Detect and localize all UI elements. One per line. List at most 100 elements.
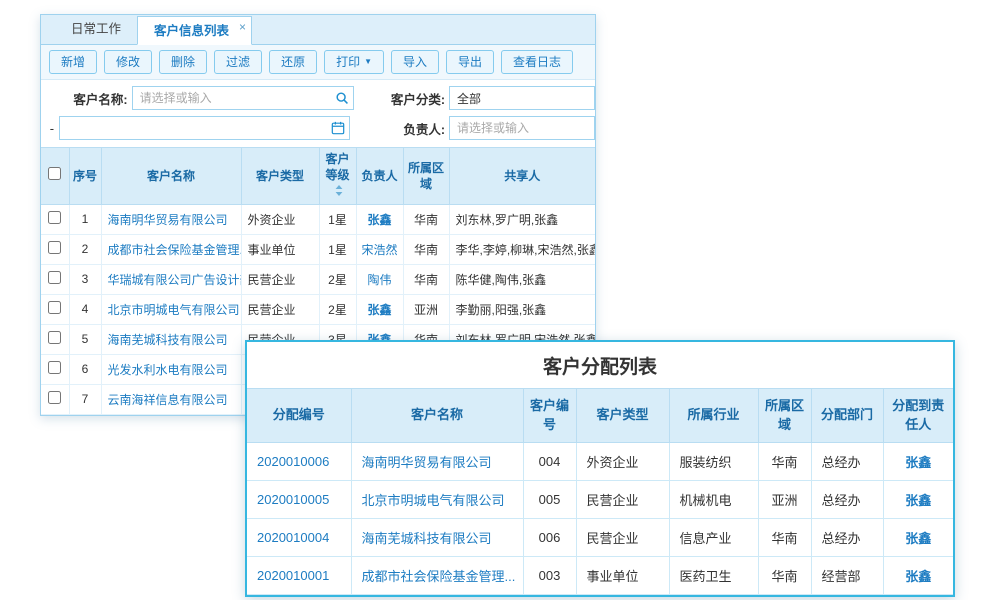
- table-row: 3 华瑞城有限公司广告设计部 民营企业 2星 陶伟 华南 陈华健,陶伟,张鑫: [41, 264, 595, 294]
- row-checkbox[interactable]: [48, 391, 61, 404]
- owner-input[interactable]: [449, 116, 595, 140]
- region: 亚洲: [758, 481, 811, 519]
- customer-level: 2星: [319, 264, 356, 294]
- customer-level: 1星: [319, 204, 356, 234]
- tab-daily-work-label: 日常工作: [71, 22, 121, 36]
- col-header-alloc-no: 分配编号: [247, 389, 351, 443]
- toolbar: 新增 修改 删除 过滤 还原 打印 ▼ 导入 导出 查看日志: [41, 45, 595, 80]
- customer-name-link[interactable]: 海南明华贸易有限公司: [362, 455, 492, 470]
- row-checkbox[interactable]: [48, 271, 61, 284]
- customer-level-label: 客户等级: [325, 152, 349, 182]
- owner-label: 负责人:: [384, 119, 445, 138]
- region: 华南: [403, 204, 449, 234]
- customer-name-link[interactable]: 光发水利水电有限公司: [108, 363, 228, 377]
- view-log-button[interactable]: 查看日志: [501, 50, 573, 74]
- owner-link[interactable]: 陶伟: [367, 273, 391, 287]
- customer-name-input[interactable]: [132, 86, 355, 110]
- customer-type: 事业单位: [241, 234, 319, 264]
- delete-button[interactable]: 删除: [159, 50, 207, 74]
- col-header-region: 所属区域: [758, 389, 811, 443]
- customer-level: 2星: [319, 294, 356, 324]
- assignee-link[interactable]: 张鑫: [905, 531, 931, 546]
- col-header-customer-type: 客户类型: [241, 148, 319, 205]
- alloc-no-link[interactable]: 2020010004: [257, 530, 329, 545]
- region: 华南: [758, 443, 811, 481]
- customer-name-link[interactable]: 北京市明城电气有限公司: [108, 303, 240, 317]
- row-no: 2: [69, 234, 101, 264]
- customer-name-link[interactable]: 海南芜城科技有限公司: [362, 531, 492, 546]
- dept: 总经办: [811, 481, 883, 519]
- col-header-industry: 所属行业: [669, 389, 758, 443]
- select-all-checkbox[interactable]: [48, 167, 61, 180]
- filter-button[interactable]: 过滤: [214, 50, 262, 74]
- table-row: 2020010001 成都市社会保险基金管理... 003 事业单位 医药卫生 …: [247, 557, 953, 595]
- search-icon[interactable]: [335, 91, 349, 105]
- customer-type: 民营企业: [576, 519, 669, 557]
- customer-no: 003: [523, 557, 576, 595]
- table-row: 1 海南明华贸易有限公司 外资企业 1星 张鑫 华南 刘东林,罗广明,张鑫: [41, 204, 595, 234]
- restore-button[interactable]: 还原: [269, 50, 317, 74]
- row-checkbox[interactable]: [48, 301, 61, 314]
- row-checkbox[interactable]: [48, 241, 61, 254]
- customer-name-link[interactable]: 华瑞城有限公司广告设计部: [108, 273, 242, 287]
- row-checkbox[interactable]: [48, 361, 61, 374]
- chevron-down-icon: ▼: [364, 58, 372, 66]
- export-button-label: 导出: [458, 51, 482, 73]
- customer-name-link[interactable]: 云南海祥信息有限公司: [108, 393, 228, 407]
- tab-customer-info-list[interactable]: 客户信息列表 ×: [137, 16, 252, 45]
- print-button-label: 打印: [336, 51, 360, 73]
- close-icon[interactable]: ×: [239, 13, 246, 42]
- filter-area: 客户名称: 客户分类: - 负责人:: [41, 80, 595, 147]
- print-button[interactable]: 打印 ▼: [324, 50, 384, 74]
- assignee-link[interactable]: 张鑫: [905, 569, 931, 584]
- edit-button[interactable]: 修改: [104, 50, 152, 74]
- customer-type: 民营企业: [241, 294, 319, 324]
- date-input[interactable]: [59, 116, 350, 140]
- row-no: 5: [69, 324, 101, 354]
- row-checkbox[interactable]: [48, 211, 61, 224]
- customer-type: 民营企业: [241, 264, 319, 294]
- alloc-no-link[interactable]: 2020010005: [257, 492, 329, 507]
- region: 华南: [403, 234, 449, 264]
- customer-table-header-row: 序号 客户名称 客户类型 客户等级 负责人 所属区域 共享人: [41, 148, 595, 205]
- customer-name-link[interactable]: 成都市社会保险基金管理...: [108, 243, 242, 257]
- import-button[interactable]: 导入: [391, 50, 439, 74]
- owner-link[interactable]: 张鑫: [367, 213, 391, 227]
- add-button[interactable]: 新增: [49, 50, 97, 74]
- assignee-link[interactable]: 张鑫: [905, 455, 931, 470]
- customer-name-link[interactable]: 成都市社会保险基金管理...: [362, 569, 516, 584]
- customer-allocation-panel: 客户分配列表 分配编号 客户名称 客户编号 客户类型 所属行业 所属区域 分配部…: [245, 340, 955, 597]
- customer-category-label: 客户分类:: [384, 89, 445, 108]
- calendar-icon[interactable]: [331, 121, 345, 135]
- sort-icon[interactable]: [335, 184, 343, 200]
- assignee-link[interactable]: 张鑫: [905, 493, 931, 508]
- customer-name-link[interactable]: 海南明华贸易有限公司: [108, 213, 228, 227]
- col-header-shared: 共享人: [449, 148, 595, 205]
- alloc-no-link[interactable]: 2020010006: [257, 454, 329, 469]
- row-no: 1: [69, 204, 101, 234]
- filter-row-1: 客户名称: 客户分类:: [41, 83, 595, 113]
- owner-link[interactable]: 宋浩然: [361, 243, 397, 257]
- table-row: 2020010005 北京市明城电气有限公司 005 民营企业 机械机电 亚洲 …: [247, 481, 953, 519]
- col-header-no: 序号: [69, 148, 101, 205]
- region: 华南: [403, 264, 449, 294]
- row-no: 3: [69, 264, 101, 294]
- col-header-customer-level: 客户等级: [319, 148, 356, 205]
- col-header-customer-name: 客户名称: [351, 389, 523, 443]
- owner-link[interactable]: 张鑫: [367, 303, 391, 317]
- customer-category-select[interactable]: [449, 86, 595, 110]
- row-no: 6: [69, 354, 101, 384]
- alloc-no-link[interactable]: 2020010001: [257, 568, 329, 583]
- customer-name-link[interactable]: 北京市明城电气有限公司: [362, 493, 505, 508]
- col-header-region: 所属区域: [403, 148, 449, 205]
- col-header-customer-no: 客户编号: [523, 389, 576, 443]
- row-checkbox[interactable]: [48, 331, 61, 344]
- filter-button-label: 过滤: [226, 51, 250, 73]
- edit-button-label: 修改: [116, 51, 140, 73]
- customer-name-label: 客户名称:: [67, 89, 128, 108]
- tab-daily-work[interactable]: 日常工作: [55, 15, 137, 44]
- col-header-owner: 负责人: [356, 148, 403, 205]
- export-button[interactable]: 导出: [446, 50, 494, 74]
- tab-bar: 日常工作 客户信息列表 ×: [41, 15, 595, 45]
- customer-name-link[interactable]: 海南芜城科技有限公司: [108, 333, 228, 347]
